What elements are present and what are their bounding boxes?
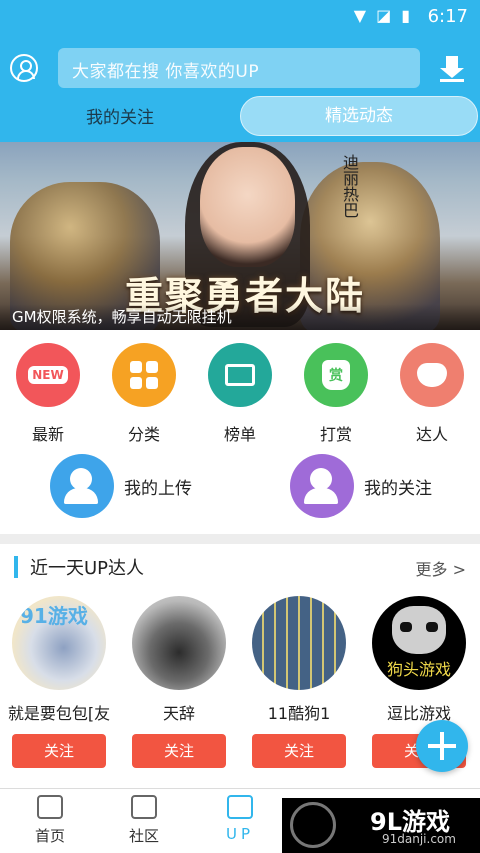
category-latest[interactable]: NEW 最新 <box>8 343 88 444</box>
new-badge-icon: NEW <box>16 343 80 407</box>
dog-icon <box>392 606 446 654</box>
up-section-header: 近一天UP达人 更多 > <box>0 544 480 588</box>
nav-up[interactable]: UP <box>200 795 280 843</box>
search-input[interactable]: 大家都在搜 你喜欢的UP <box>58 48 420 88</box>
up-user-list: 91游戏 就是要包包[友 关注 天辞 关注 11酷狗1 关注 狗头游戏 逗比游戏… <box>0 590 480 770</box>
upload-user-icon <box>50 454 114 518</box>
up-user-card[interactable]: 天辞 关注 <box>124 596 234 768</box>
more-link[interactable]: 更多 > <box>416 556 467 580</box>
banner-vertical-text: 迪丽热巴 <box>340 154 359 218</box>
nav-label: 首页 <box>34 827 65 845</box>
no-signal-icon: ◪ <box>376 6 392 25</box>
follow-button[interactable]: 关注 <box>252 734 346 768</box>
category-label: 打赏 <box>319 425 352 444</box>
my-follow-button[interactable]: 我的关注 <box>290 452 432 520</box>
promo-banner[interactable]: 迪丽热巴 重聚勇者大陆 GM权限系统，畅享自动无限挂机 <box>0 142 480 330</box>
section-title: 近一天UP达人 <box>30 558 145 579</box>
download-icon[interactable] <box>440 56 464 82</box>
avatar[interactable] <box>132 596 226 690</box>
avatar[interactable]: 狗头游戏 <box>372 596 466 690</box>
quick-links: 我的上传 我的关注 <box>0 452 480 522</box>
grid-icon <box>112 343 176 407</box>
avatar[interactable] <box>252 596 346 690</box>
follow-button[interactable]: 关注 <box>12 734 106 768</box>
follow-button[interactable]: 关注 <box>132 734 226 768</box>
watermark-sub: 91danji.com <box>382 832 456 846</box>
nav-label: UP <box>225 825 255 843</box>
up-user-name: 逗比游戏 <box>386 704 451 723</box>
up-user-card[interactable]: 11酷狗1 关注 <box>244 596 354 768</box>
battery-icon: ▮ <box>401 6 410 25</box>
mask-icon <box>400 343 464 407</box>
category-label: 分类 <box>127 425 160 444</box>
tab-featured[interactable]: 精选动态 <box>240 96 478 136</box>
banner-caption: GM权限系统，畅享自动无限挂机 <box>12 308 232 326</box>
community-icon <box>131 795 157 819</box>
category-reward[interactable]: 赏 打赏 <box>296 343 376 444</box>
nav-label: 社区 <box>128 827 159 845</box>
banner-art-face <box>200 147 295 267</box>
up-user-name: 就是要包包[友 <box>7 704 111 723</box>
my-uploads-label: 我的上传 <box>124 478 192 499</box>
category-label: 榜单 <box>223 425 256 444</box>
category-label: 达人 <box>415 425 448 444</box>
category-classify[interactable]: 分类 <box>104 343 184 444</box>
watermark-logo-icon <box>290 802 336 848</box>
certificate-icon <box>208 343 272 407</box>
section-accent-bar <box>14 556 18 578</box>
nav-community[interactable]: 社区 <box>104 795 184 846</box>
status-bar: ▼ ◪ ▮ 6:17 <box>0 0 480 34</box>
up-user-card[interactable]: 91游戏 就是要包包[友 关注 <box>4 596 114 768</box>
home-icon <box>37 795 63 819</box>
search-placeholder: 大家都在搜 你喜欢的UP <box>72 62 260 82</box>
my-follow-label: 我的关注 <box>364 478 432 499</box>
header-tabs: 我的关注 精选动态 <box>0 94 480 138</box>
add-post-button[interactable] <box>416 720 468 772</box>
up-user-name: 11酷狗1 <box>267 704 331 723</box>
category-grid: NEW 最新 分类 榜单 赏 打赏 达人 <box>0 333 480 444</box>
user-avatar-icon[interactable] <box>10 54 38 82</box>
header: 大家都在搜 你喜欢的UP 我的关注 精选动态 <box>0 34 480 142</box>
section-divider <box>0 534 480 544</box>
star-user-icon <box>290 454 354 518</box>
status-time: 6:17 <box>427 6 468 27</box>
category-label: 最新 <box>31 425 64 444</box>
tab-my-follow[interactable]: 我的关注 <box>20 98 220 138</box>
my-uploads-button[interactable]: 我的上传 <box>50 452 192 520</box>
status-icons: ▼ ◪ ▮ <box>354 6 410 25</box>
money-bag-icon: 赏 <box>304 343 368 407</box>
avatar[interactable]: 91游戏 <box>12 596 106 690</box>
wifi-icon: ▼ <box>353 6 367 25</box>
watermark: 9L游戏 91danji.com <box>282 798 480 853</box>
category-ranking[interactable]: 榜单 <box>200 343 280 444</box>
up-icon <box>227 795 253 819</box>
up-user-name: 天辞 <box>162 704 195 723</box>
category-experts[interactable]: 达人 <box>392 343 472 444</box>
nav-home[interactable]: 首页 <box>10 795 90 846</box>
